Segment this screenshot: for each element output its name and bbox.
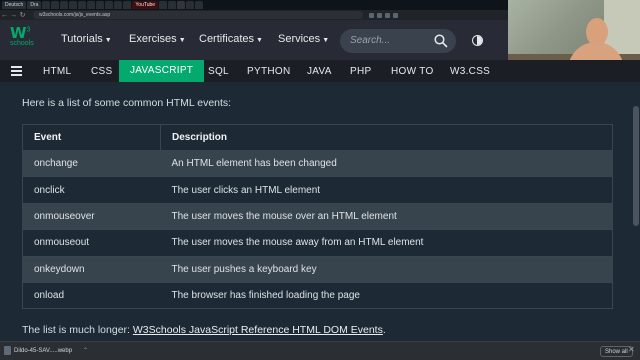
caret-down-icon: ▼ [178,37,186,44]
event-description: The user moves the mouse over an HTML el… [160,202,613,231]
close-icon[interactable]: ✕ [628,345,635,354]
browser-tab[interactable] [87,1,96,9]
table-row: onmouseout The user moves the mouse away… [22,229,613,257]
contrast-icon[interactable] [472,35,483,46]
table-row: onload The browser has finished loading … [22,281,613,310]
browser-tab[interactable] [42,1,51,9]
table-row: onchange An HTML element has been change… [22,149,613,178]
event-name: onkeydown [22,255,161,283]
page-scrollbar[interactable] [632,82,640,342]
event-description: The browser has finished loading the pag… [160,281,613,310]
reload-icon[interactable]: ↻ [18,11,27,19]
browser-tab[interactable] [96,1,105,9]
subnav-item-java[interactable]: JAVA [307,66,332,77]
subnav-item-php[interactable]: PHP [350,66,371,77]
event-description: An HTML element has been changed [160,149,613,178]
outro-prefix: The list is much longer: [22,324,133,336]
browser-tab[interactable]: Deutsch [2,1,27,9]
subnav-item-sql[interactable]: SQL [208,66,229,77]
browser-tab[interactable] [114,1,123,9]
column-header-description: Description [160,124,613,151]
events-table: Event Description onchange An HTML eleme… [22,124,613,310]
forward-arrow-icon[interactable]: → [9,12,18,19]
search-placeholder: Search... [350,35,391,46]
column-header-event: Event [22,124,161,151]
menu-services[interactable]: Services ▼ [278,33,329,45]
caret-down-icon: ▼ [322,37,330,44]
download-filename: Dildo-45-SAV.....webp [14,347,73,354]
table-row: onmouseover The user moves the mouse ove… [22,202,613,231]
dom-events-reference-link[interactable]: W3Schools JavaScript Reference HTML DOM … [133,324,383,336]
event-name: onload [22,281,161,310]
table-row: onkeydown The user pushes a keyboard key [22,255,613,283]
webcam-person-head [586,18,608,46]
download-item[interactable]: Dildo-45-SAV.....webp ⌃ [4,346,88,355]
subnav-item-python[interactable]: PYTHON [247,66,290,77]
scrollbar-thumb[interactable] [633,106,639,226]
chevron-up-icon[interactable]: ⌃ [83,347,88,354]
browser-tab[interactable] [168,1,177,9]
browser-tab[interactable] [60,1,69,9]
file-icon [4,346,11,355]
browser-tab[interactable] [105,1,114,9]
menu-label: Exercises [129,33,177,45]
browser-tab-active[interactable] [177,1,186,9]
logo-sub: schools [10,40,34,47]
hamburger-icon[interactable] [11,66,22,76]
outro-text: The list is much longer: W3Schools JavaS… [22,324,386,336]
search-input[interactable]: Search... [340,29,456,53]
event-name: onmouseout [22,229,161,257]
browser-tab[interactable] [186,1,195,9]
extensions-area [369,12,398,18]
search-icon[interactable] [434,34,448,48]
browser-tab[interactable] [69,1,78,9]
subnav-item-w3css[interactable]: W3.CSS [450,66,490,77]
browser-tab[interactable] [78,1,87,9]
intro-text: Here is a list of some common HTML event… [22,97,232,109]
browser-tab[interactable] [123,1,132,9]
menu-label: Certificates [199,33,255,45]
event-description: The user moves the mouse away from an HT… [160,229,613,257]
subnav-item-css[interactable]: CSS [91,66,112,77]
download-bar: Dildo-45-SAV.....webp ⌃ Show all ✕ [0,341,640,360]
extension-icon[interactable] [377,12,382,18]
caret-down-icon: ▼ [256,37,263,44]
browser-tab[interactable] [51,1,60,9]
extension-icon[interactable] [369,12,374,18]
event-name: onclick [22,176,161,204]
browser-tab-youtube[interactable]: YouTube [132,1,159,9]
logo-sup: 3 [26,26,31,34]
menu-label: Tutorials [61,33,103,45]
menu-label: Services [278,33,321,45]
browser-tab[interactable] [159,1,168,9]
table-header-row: Event Description [22,124,613,151]
menu-tutorials[interactable]: Tutorials ▼ [61,33,112,45]
table-row: onclick The user clicks an HTML element [22,176,613,204]
menu-certificates[interactable]: Certificates ▼ [199,33,263,45]
back-arrow-icon[interactable]: ← [0,12,9,19]
browser-tab[interactable]: Dra [27,1,42,9]
event-name: onmouseover [22,202,161,231]
browser-tab[interactable] [195,1,204,9]
extension-icon[interactable] [385,12,390,18]
caret-down-icon: ▼ [104,37,112,44]
w3schools-logo[interactable]: W3 schools [10,24,40,56]
event-description: The user clicks an HTML element [160,176,613,204]
menu-exercises[interactable]: Exercises ▼ [129,33,186,45]
address-bar[interactable]: w3schools.com/js/js_events.asp [33,11,363,19]
event-name: onchange [22,149,161,178]
event-description: The user pushes a keyboard key [160,255,613,283]
subnav-item-how-to[interactable]: HOW TO [391,66,434,77]
outro-suffix: . [382,324,386,336]
extension-icon[interactable] [393,12,398,18]
subnav-item-javascript[interactable]: JAVASCRIPT [119,60,205,82]
subnav-item-html[interactable]: HTML [43,66,71,77]
